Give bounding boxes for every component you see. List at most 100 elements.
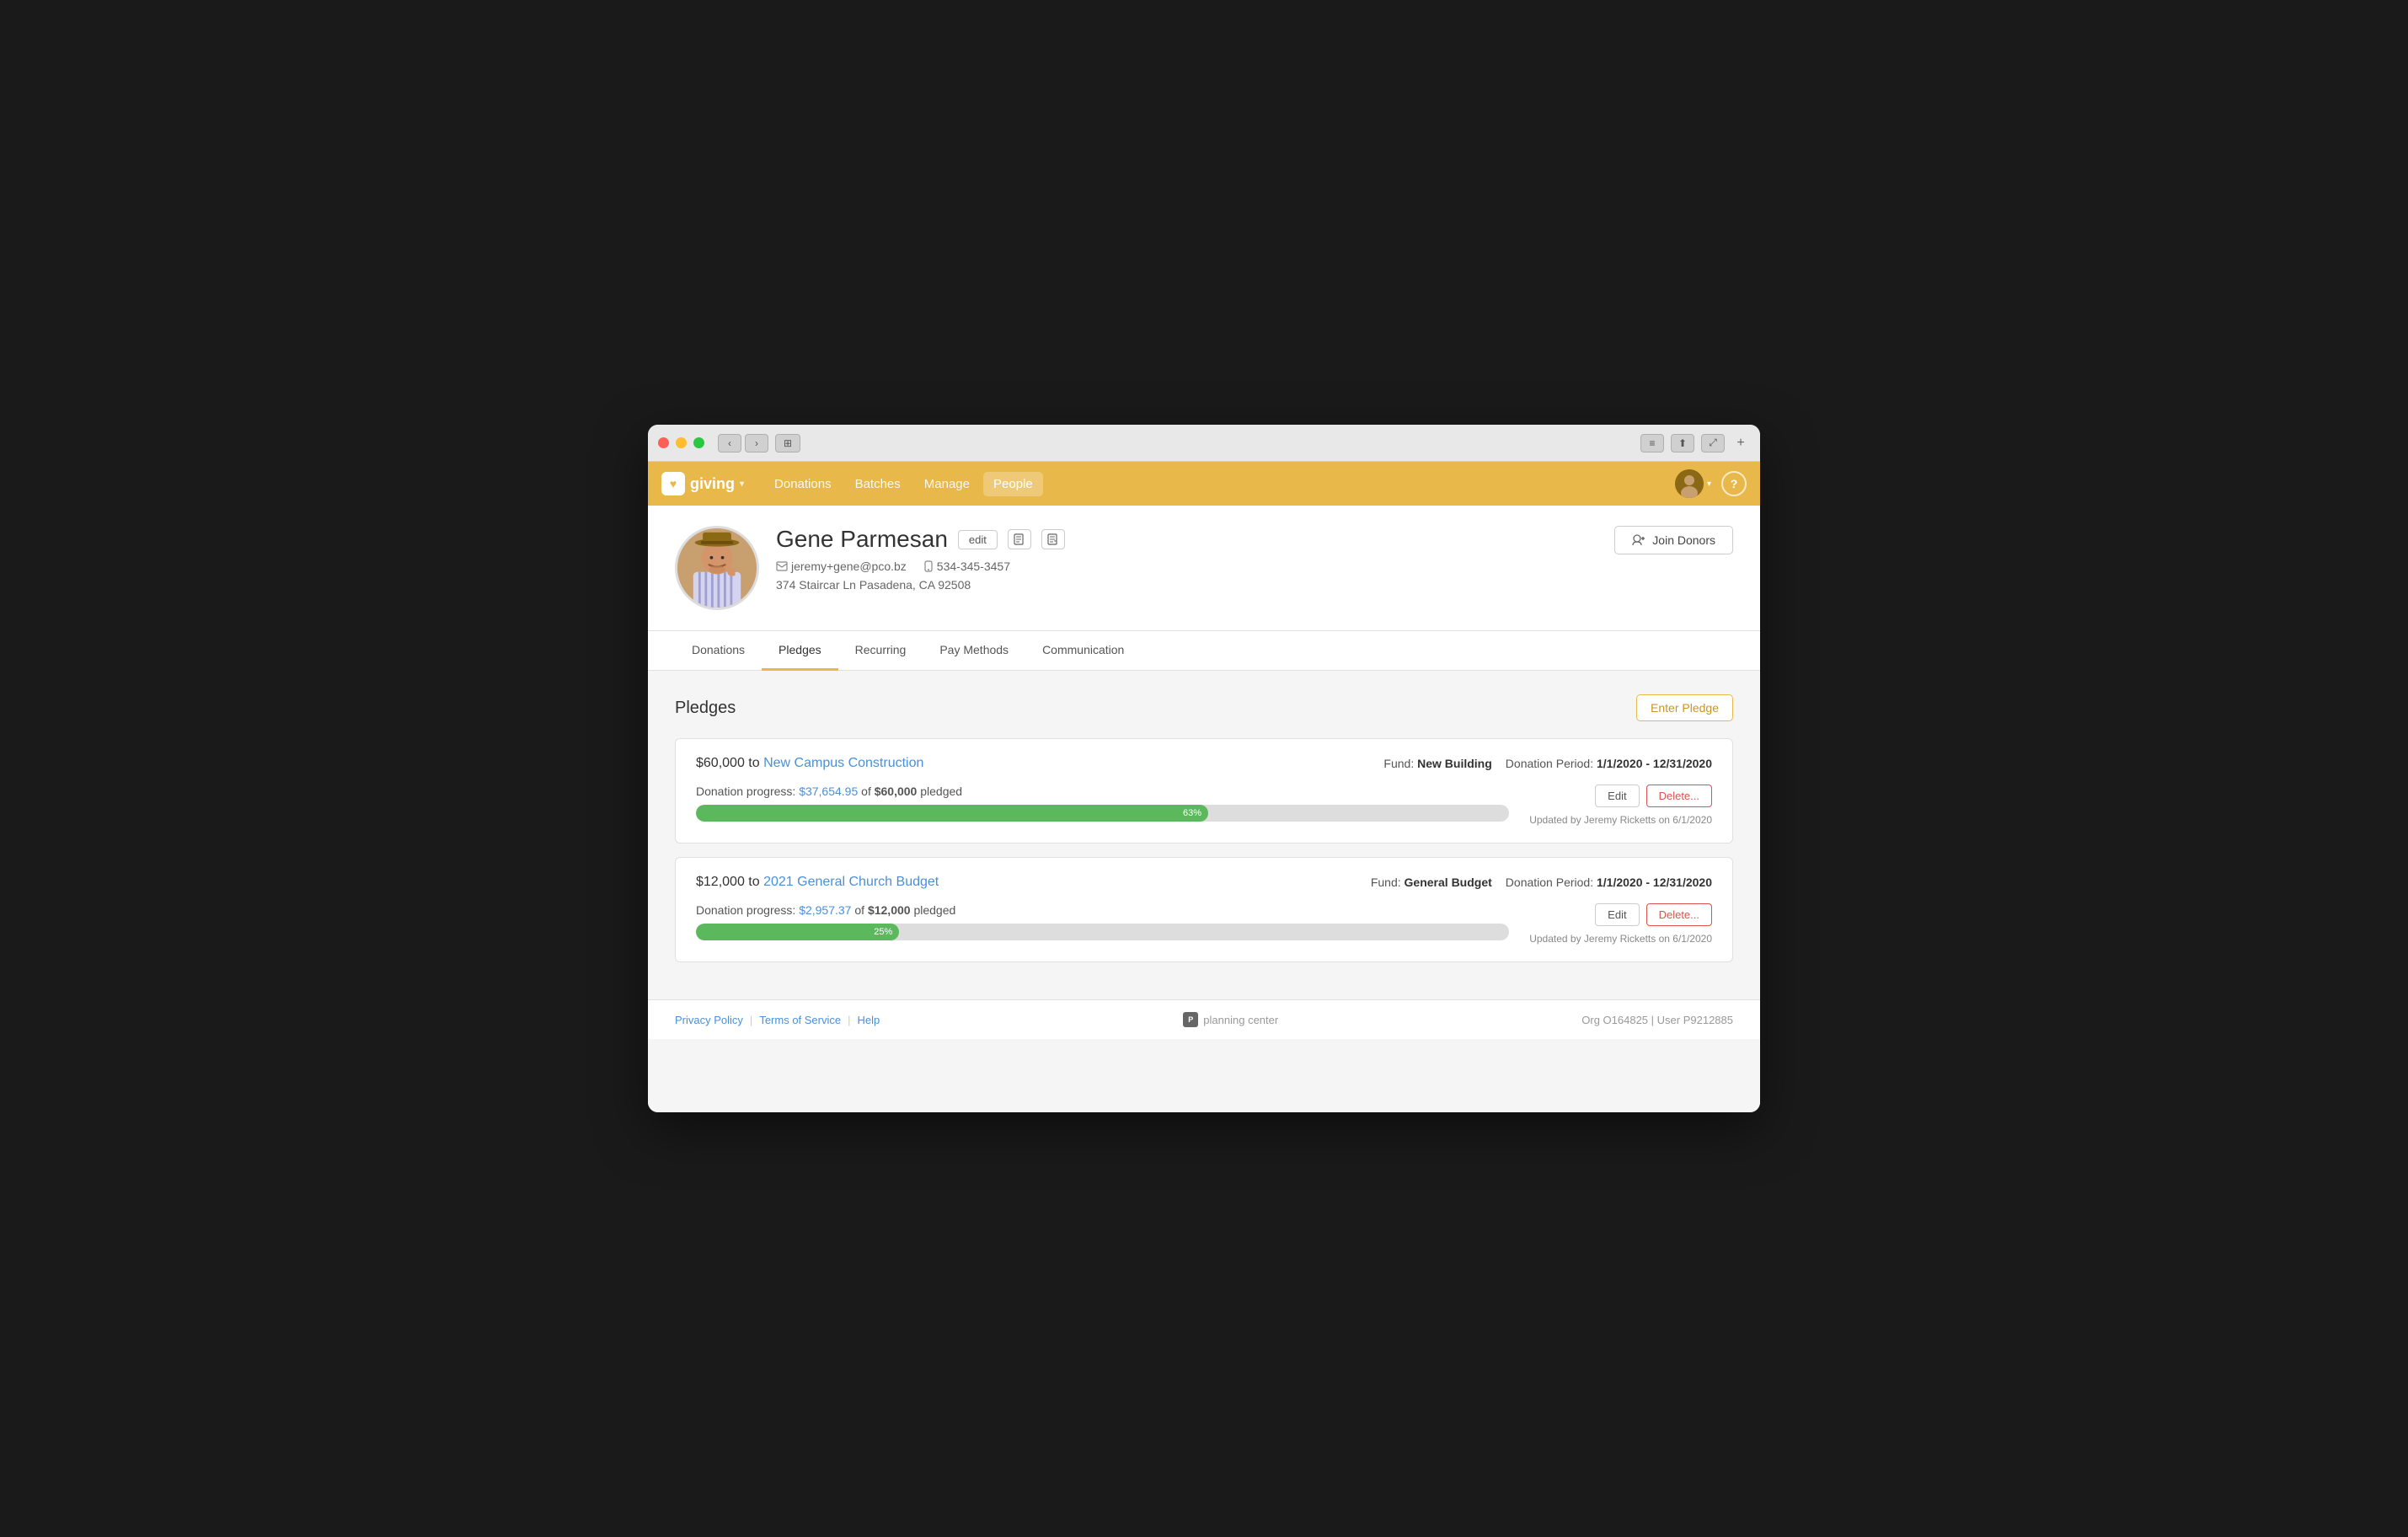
section-header: Pledges Enter Pledge xyxy=(675,694,1733,721)
terms-of-service-link[interactable]: Terms of Service xyxy=(759,1014,841,1026)
edit-profile-button[interactable]: edit xyxy=(958,530,998,549)
pledge-2-updated: Updated by Jeremy Ricketts on 6/1/2020 xyxy=(1529,933,1712,945)
pledge-1-to-label: to xyxy=(748,756,763,770)
org-info: Org O164825 xyxy=(1581,1014,1648,1026)
maximize-button[interactable] xyxy=(693,437,704,448)
privacy-policy-link[interactable]: Privacy Policy xyxy=(675,1014,743,1026)
pledge-1-fund-name: New Building xyxy=(1417,757,1492,770)
pledge-2-pledged-amount: $12,000 xyxy=(868,903,911,917)
pledge-1-edit-button[interactable]: Edit xyxy=(1595,785,1639,807)
profile-actions: Join Donors xyxy=(1614,526,1733,554)
tab-donations[interactable]: Donations xyxy=(675,631,762,671)
pledge-card-1-header: $60,000 to New Campus Construction Fund:… xyxy=(696,756,1712,771)
pledge-2-to-label: to xyxy=(748,875,763,889)
nav-batches[interactable]: Batches xyxy=(845,472,911,496)
brand-icon: ♥ xyxy=(661,472,685,495)
new-tab-button[interactable]: + xyxy=(1731,434,1750,453)
phone-contact: 534-345-3457 xyxy=(923,560,1010,573)
pledge-1-progress-area: Donation progress: $37,654.95 of $60,000… xyxy=(696,785,1509,822)
pledge-2-donated-link[interactable]: $2,957.37 xyxy=(799,903,851,917)
pledge-2-period: Donation Period: 1/1/2020 - 12/31/2020 xyxy=(1506,876,1712,889)
email-contact: jeremy+gene@pco.bz xyxy=(776,560,907,573)
forward-button[interactable]: › xyxy=(745,434,768,453)
pledge-2-action-btns: Edit Delete... xyxy=(1595,903,1712,926)
pledge-1-progress-label: 63% xyxy=(1183,808,1201,818)
email-value: jeremy+gene@pco.bz xyxy=(791,560,907,573)
title-bar: ‹ › ⊞ ≡ ⬆ ⤢ + xyxy=(648,425,1760,462)
profile-avatar xyxy=(675,526,759,610)
tab-communication[interactable]: Communication xyxy=(1025,631,1141,671)
title-bar-right: ≡ ⬆ ⤢ + xyxy=(1640,434,1750,453)
pledge-1-actions: Edit Delete... Updated by Jeremy Rickett… xyxy=(1529,785,1712,826)
join-donors-icon xyxy=(1632,533,1645,547)
pledge-2-progress-fill: 25% xyxy=(696,924,899,940)
tab-recurring[interactable]: Recurring xyxy=(838,631,923,671)
help-link[interactable]: Help xyxy=(858,1014,880,1026)
nav-people[interactable]: People xyxy=(983,472,1043,496)
join-donors-button[interactable]: Join Donors xyxy=(1614,526,1733,554)
pledge-2-edit-button[interactable]: Edit xyxy=(1595,903,1639,926)
traffic-lights xyxy=(658,437,704,448)
brand-label: giving xyxy=(690,475,735,493)
pledge-1-delete-button[interactable]: Delete... xyxy=(1646,785,1712,807)
pledge-2-delete-button[interactable]: Delete... xyxy=(1646,903,1712,926)
avatar-button[interactable]: ▾ xyxy=(1675,469,1711,498)
profile-name-row: Gene Parmesan edit xyxy=(776,526,1597,553)
minimize-button[interactable] xyxy=(676,437,687,448)
nav-links: Donations Batches Manage People xyxy=(764,472,1043,496)
pledge-1-progress-bar: 63% xyxy=(696,805,1509,822)
pledge-2-meta: Fund: General Budget Donation Period: 1/… xyxy=(1371,876,1712,889)
pledge-1-updated: Updated by Jeremy Ricketts on 6/1/2020 xyxy=(1529,814,1712,826)
pledge-2-amount-campaign: $12,000 to 2021 General Church Budget xyxy=(696,875,939,890)
pledge-2-amount: $12,000 xyxy=(696,875,745,889)
nav-right: ▾ ? xyxy=(1675,469,1747,498)
section-title: Pledges xyxy=(675,699,736,718)
pledge-card-2-header: $12,000 to 2021 General Church Budget Fu… xyxy=(696,875,1712,890)
share-icon[interactable]: ⬆ xyxy=(1671,434,1694,453)
back-button[interactable]: ‹ xyxy=(718,434,741,453)
pledge-1-action-btns: Edit Delete... xyxy=(1595,785,1712,807)
fullscreen-icon[interactable]: ⤢ xyxy=(1701,434,1725,453)
pledge-1-meta: Fund: New Building Donation Period: 1/1/… xyxy=(1383,757,1712,770)
pledge-2-progress-text: Donation progress: $2,957.37 of $12,000 … xyxy=(696,903,1509,917)
export-icon-button[interactable] xyxy=(1041,529,1065,549)
phone-value: 534-345-3457 xyxy=(937,560,1010,573)
footer-pipe: | xyxy=(1651,1014,1657,1026)
tab-pledges[interactable]: Pledges xyxy=(762,631,838,671)
pledge-2-actions: Edit Delete... Updated by Jeremy Rickett… xyxy=(1529,903,1712,945)
profile-address: 374 Staircar Ln Pasadena, CA 92508 xyxy=(776,578,1597,592)
reader-icon[interactable]: ≡ xyxy=(1640,434,1664,453)
pledge-2-progress-label: 25% xyxy=(874,927,892,937)
pledge-card-2: $12,000 to 2021 General Church Budget Fu… xyxy=(675,857,1733,962)
pledge-1-progress-fill: 63% xyxy=(696,805,1208,822)
sidebar-toggle-button[interactable]: ⊞ xyxy=(775,434,800,453)
footer-right: Org O164825 | User P9212885 xyxy=(1581,1014,1733,1026)
user-info: User P9212885 xyxy=(1657,1014,1733,1026)
pledge-2-body: Donation progress: $2,957.37 of $12,000 … xyxy=(696,903,1712,945)
pledge-1-campaign-link[interactable]: New Campus Construction xyxy=(763,756,923,770)
footer: Privacy Policy | Terms of Service | Help… xyxy=(648,999,1760,1039)
pledge-1-progress-text: Donation progress: $37,654.95 of $60,000… xyxy=(696,785,1509,798)
pledge-1-amount-campaign: $60,000 to New Campus Construction xyxy=(696,756,923,771)
pledge-1-donated-link[interactable]: $37,654.95 xyxy=(799,785,858,798)
pledge-card-1: $60,000 to New Campus Construction Fund:… xyxy=(675,738,1733,843)
email-icon xyxy=(776,560,788,572)
pledge-1-period: Donation Period: 1/1/2020 - 12/31/2020 xyxy=(1506,757,1712,770)
nav-buttons: ‹ › xyxy=(718,434,768,453)
nav-manage[interactable]: Manage xyxy=(914,472,980,496)
brand-logo[interactable]: ♥ giving ▾ xyxy=(661,472,744,495)
close-button[interactable] xyxy=(658,437,669,448)
pledge-2-campaign-link[interactable]: 2021 General Church Budget xyxy=(763,875,939,889)
pledge-1-amount: $60,000 xyxy=(696,756,745,770)
nav-donations[interactable]: Donations xyxy=(764,472,842,496)
pledge-1-body: Donation progress: $37,654.95 of $60,000… xyxy=(696,785,1712,826)
tab-pay-methods[interactable]: Pay Methods xyxy=(923,631,1025,671)
footer-sep-2: | xyxy=(848,1014,850,1026)
footer-sep-1: | xyxy=(750,1014,752,1026)
help-button[interactable]: ? xyxy=(1721,471,1747,496)
notes-icon-button[interactable] xyxy=(1008,529,1031,549)
enter-pledge-button[interactable]: Enter Pledge xyxy=(1636,694,1733,721)
user-avatar xyxy=(1675,469,1704,498)
profile-name: Gene Parmesan xyxy=(776,526,948,553)
footer-brand-name: planning center xyxy=(1203,1014,1278,1026)
